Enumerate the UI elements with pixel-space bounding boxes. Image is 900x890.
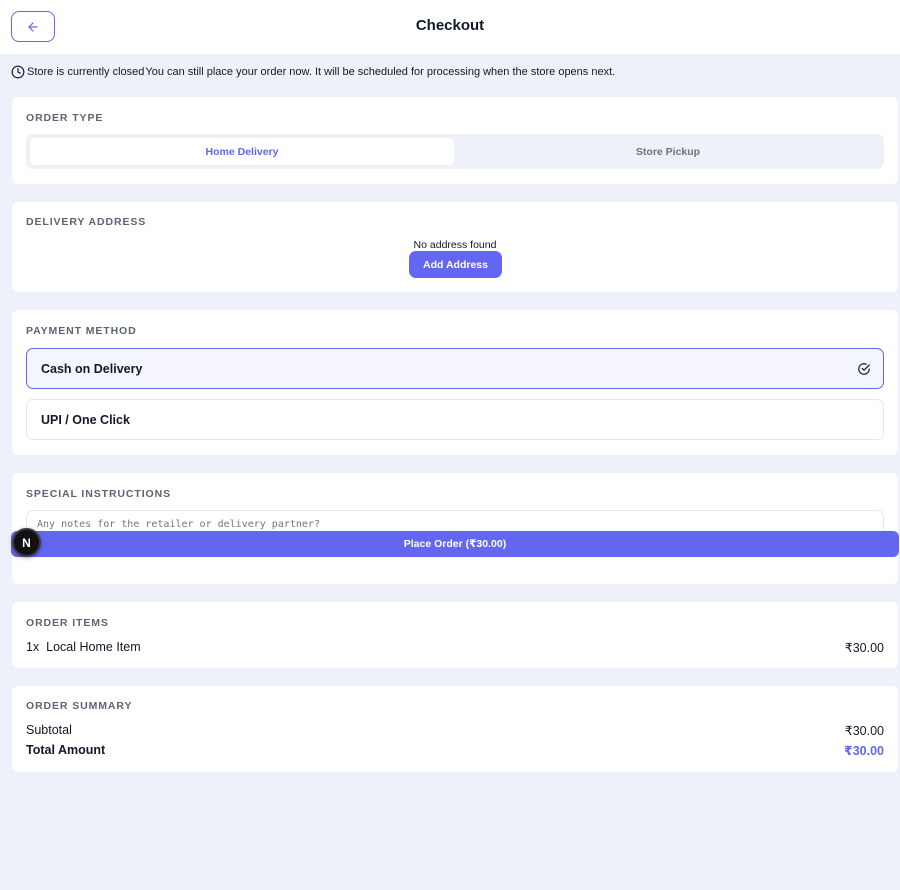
payment-option-upi[interactable]: UPI / One Click (26, 399, 884, 440)
store-pickup-option[interactable]: Store Pickup (456, 138, 880, 165)
store-closed-notice: Store is currently closed You can still p… (11, 64, 615, 80)
dev-tools-badge[interactable]: N (12, 528, 41, 557)
special-instructions-title: SPECIAL INSTRUCTIONS (26, 488, 171, 500)
add-address-button[interactable]: Add Address (409, 251, 502, 278)
item-price: ₹30.00 (844, 641, 884, 655)
store-closed-text: Store is currently closed (27, 66, 145, 78)
total-label: Total Amount (26, 743, 106, 757)
home-delivery-option[interactable]: Home Delivery (30, 138, 454, 165)
list-item: 1x Local Home Item ₹30.00 (26, 640, 884, 655)
subtotal-value: ₹30.00 (844, 724, 884, 738)
payment-option-label: Cash on Delivery (41, 361, 143, 376)
item-qty: 1x (26, 640, 40, 654)
item-name: Local Home Item (46, 640, 141, 654)
item-info: 1x Local Home Item (26, 640, 141, 655)
order-summary-title: ORDER SUMMARY (26, 700, 133, 712)
payment-method-title: PAYMENT METHOD (26, 325, 137, 337)
total-row: Total Amount ₹30.00 (26, 743, 884, 758)
page-title: Checkout (415, 17, 485, 34)
order-type-title: ORDER TYPE (26, 112, 104, 124)
payment-option-cod[interactable]: Cash on Delivery (26, 348, 884, 389)
header-bar: Checkout (0, 0, 900, 54)
place-order-button[interactable]: Place Order (₹30.00) (11, 531, 899, 557)
order-items-title: ORDER ITEMS (26, 617, 109, 629)
delivery-address-title: DELIVERY ADDRESS (26, 216, 147, 228)
clock-icon (11, 65, 25, 79)
check-circle-icon (858, 363, 870, 375)
order-items-card: ORDER ITEMS 1x Local Home Item ₹30.00 (12, 602, 898, 668)
total-value: ₹30.00 (844, 744, 884, 758)
order-type-toggle: Home Delivery Store Pickup (26, 134, 884, 169)
no-address-text: No address found (413, 239, 497, 251)
special-instructions-card: SPECIAL INSTRUCTIONS (12, 473, 898, 584)
payment-method-card: PAYMENT METHOD Cash on Delivery UPI / On… (12, 310, 898, 455)
subtotal-label: Subtotal (26, 723, 72, 737)
delivery-address-card: DELIVERY ADDRESS No address found Add Ad… (12, 202, 898, 292)
payment-option-label: UPI / One Click (41, 412, 130, 427)
store-closed-message: You can still place your order now. It w… (145, 66, 616, 78)
subtotal-row: Subtotal ₹30.00 (26, 723, 884, 738)
order-summary-card: ORDER SUMMARY Subtotal ₹30.00 Total Amou… (12, 686, 898, 772)
order-type-card: ORDER TYPE Home Delivery Store Pickup (12, 97, 898, 184)
